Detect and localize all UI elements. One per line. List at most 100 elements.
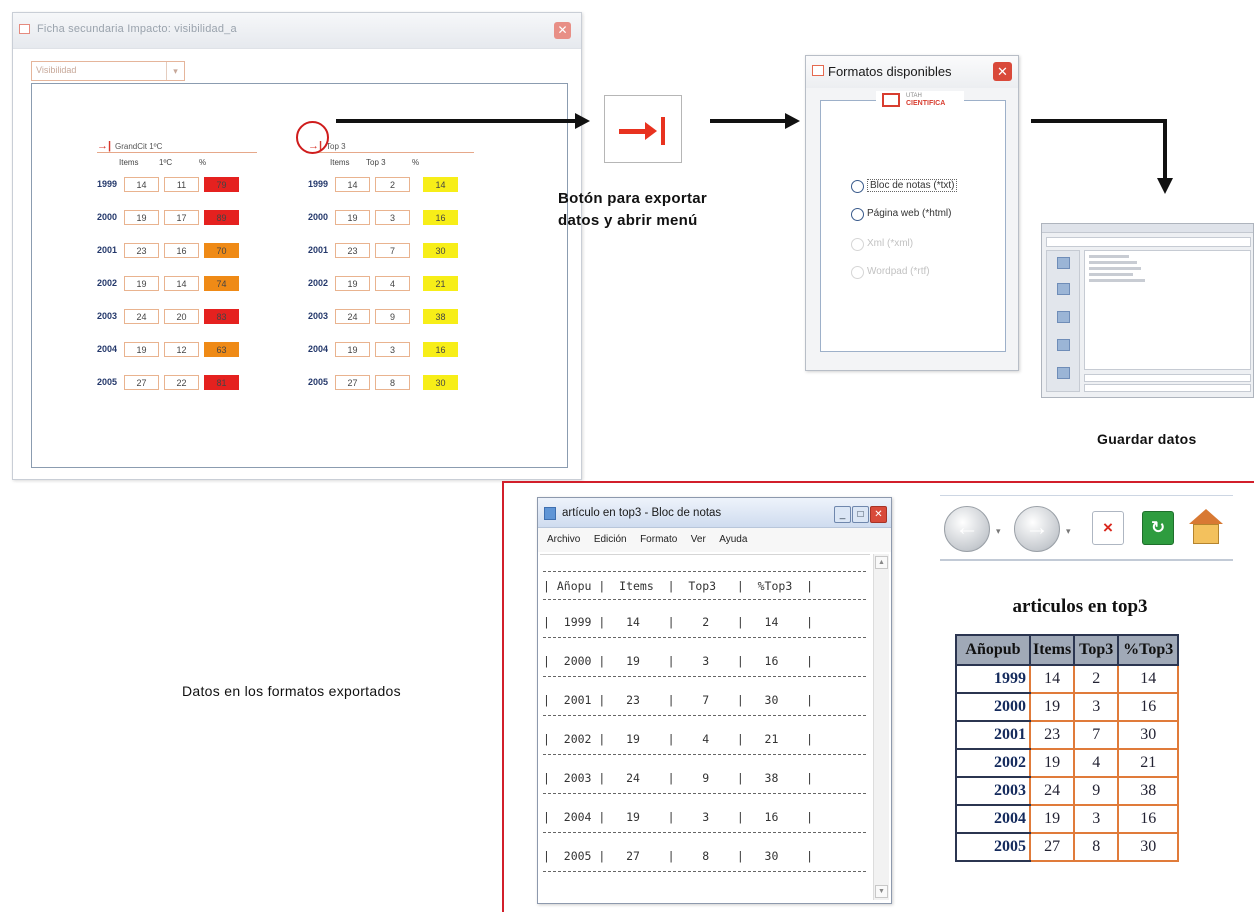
- value-cell: 24: [1028, 776, 1076, 806]
- items-cell: 27: [335, 375, 370, 390]
- percent-cell: 83: [204, 309, 239, 324]
- export-arrow-icon[interactable]: →|: [97, 140, 111, 152]
- items-cell: 14: [124, 177, 159, 192]
- window-icon: [812, 65, 824, 76]
- value-cell: 14: [1117, 664, 1180, 694]
- percent-cell: 30: [423, 375, 458, 390]
- percent-cell: 63: [204, 342, 239, 357]
- notepad-titlebar[interactable]: artículo en top3 - Bloc de notas _ □ ✕: [538, 498, 891, 528]
- close-icon[interactable]: ✕: [993, 62, 1012, 81]
- scroll-up-icon[interactable]: ▲: [875, 556, 888, 569]
- table-header-label: Top 3: [326, 142, 346, 151]
- flow-arrow: [710, 113, 800, 129]
- value-cell: 9: [1073, 776, 1120, 806]
- radio-icon: [851, 238, 864, 251]
- column-header: Añopub: [955, 634, 1031, 666]
- vertical-scrollbar[interactable]: ▲ ▼: [873, 554, 889, 900]
- window-icon: [19, 24, 30, 34]
- indicator-select-value: Visibilidad: [36, 65, 77, 75]
- year-label: 2003: [308, 311, 329, 321]
- table-row: 2004 19 3 16: [955, 804, 1180, 834]
- radio-icon: [851, 266, 864, 279]
- radio-icon[interactable]: [851, 208, 864, 221]
- value-cell: 11: [164, 177, 199, 192]
- value-cell: 17: [164, 210, 199, 225]
- browser-toolbar: ← ▾ → ▾ × ↻: [940, 495, 1233, 561]
- items-cell: 19: [335, 210, 370, 225]
- menu-ver[interactable]: Ver: [691, 534, 706, 545]
- back-arrow-icon[interactable]: ←: [944, 506, 990, 552]
- text-line: | 2000 | 19 | 3 | 16 |: [543, 654, 814, 668]
- notepad-window: artículo en top3 - Bloc de notas _ □ ✕ Arc…: [537, 497, 892, 904]
- formats-dialog: Formatos disponibles ✕ UTAH CIENTIFICA B…: [805, 55, 1019, 371]
- table-row: 2003 24 20 83: [97, 303, 257, 336]
- radio-icon[interactable]: [851, 180, 864, 193]
- notepad-icon: [544, 507, 556, 520]
- year-cell: 1999: [955, 664, 1031, 694]
- table-row: 2001 23 7 30: [308, 237, 474, 270]
- table-row: 2005 27 22 81: [97, 369, 257, 402]
- export-button[interactable]: [604, 95, 682, 163]
- year-label: 1999: [308, 179, 329, 189]
- table-row: 1999 14 11 79: [97, 171, 257, 204]
- grandcit-table: →| GrandCit 1ºC Items 1ºC % 1999 14 11 79 20…: [97, 139, 257, 402]
- table-row: 2000 19 3 16: [308, 204, 474, 237]
- table-row: 2001 23 7 30: [955, 720, 1180, 750]
- stop-icon[interactable]: ×: [1092, 511, 1124, 545]
- menu-archivo[interactable]: Archivo: [547, 534, 580, 545]
- value-cell: 3: [375, 210, 410, 225]
- percent-cell: 21: [423, 276, 458, 291]
- value-cell: 4: [375, 276, 410, 291]
- table-row: 1999 14 2 14: [308, 171, 474, 204]
- year-label: 2005: [308, 377, 329, 387]
- main-window-titlebar[interactable]: Ficha secundaria Impacto: visibilidad_a …: [13, 13, 581, 49]
- main-window-title: Ficha secundaria Impacto: visibilidad_a: [37, 23, 237, 35]
- maximize-icon[interactable]: □: [852, 506, 869, 523]
- forward-arrow-icon[interactable]: →: [1014, 506, 1060, 552]
- value-cell: 8: [1073, 832, 1120, 862]
- text-line: | 2002 | 19 | 4 | 21 |: [543, 732, 814, 746]
- table-row: 2000 19 3 16: [955, 692, 1180, 722]
- percent-cell: 16: [423, 342, 458, 357]
- option-label: Xml (*xml): [867, 238, 914, 249]
- year-label: 1999: [97, 179, 118, 189]
- close-icon[interactable]: ✕: [554, 22, 571, 39]
- minimize-icon[interactable]: _: [834, 506, 851, 523]
- chevron-down-icon[interactable]: ▾: [166, 62, 184, 80]
- formats-dialog-titlebar[interactable]: Formatos disponibles ✕: [806, 56, 1018, 88]
- percent-cell: 70: [204, 243, 239, 258]
- value-cell: 19: [1028, 748, 1076, 778]
- value-cell: 19: [1028, 692, 1076, 722]
- flow-arrow: [336, 113, 590, 129]
- year-label: 2004: [308, 344, 329, 354]
- notepad-title: artículo en top3 - Bloc de notas: [562, 507, 722, 519]
- export-button-highlight: [296, 121, 329, 154]
- year-label: 2000: [97, 212, 118, 222]
- export-caption-line1: Botón para exportar: [558, 190, 708, 207]
- value-cell: 38: [1117, 776, 1180, 806]
- year-label: 2001: [97, 245, 118, 255]
- menu-ayuda[interactable]: Ayuda: [719, 534, 747, 545]
- items-cell: 23: [335, 243, 370, 258]
- table-row: 2002 19 4 21: [308, 270, 474, 303]
- close-icon[interactable]: ✕: [870, 506, 887, 523]
- value-cell: 20: [164, 309, 199, 324]
- year-label: 2002: [308, 278, 329, 288]
- column-header: %Top3: [1117, 634, 1180, 666]
- menu-formato[interactable]: Formato: [640, 534, 677, 545]
- value-cell: 27: [1028, 832, 1076, 862]
- table-row: 2002 19 14 74: [97, 270, 257, 303]
- table-row: 2001 23 16 70: [97, 237, 257, 270]
- main-window: Ficha secundaria Impacto: visibilidad_a …: [12, 12, 582, 480]
- value-cell: 3: [1073, 804, 1120, 834]
- value-cell: 8: [375, 375, 410, 390]
- value-cell: 30: [1117, 832, 1180, 862]
- notepad-text-area[interactable]: | Añopu | Items | Top3 | %Top3 | | 1999 …: [540, 554, 870, 900]
- indicator-select[interactable]: Visibilidad ▾: [31, 61, 185, 81]
- scroll-down-icon[interactable]: ▼: [875, 885, 888, 898]
- refresh-icon[interactable]: ↻: [1142, 511, 1174, 545]
- value-cell: 9: [375, 309, 410, 324]
- percent-cell: 16: [423, 210, 458, 225]
- items-cell: 23: [124, 243, 159, 258]
- menu-edicion[interactable]: Edición: [594, 534, 627, 545]
